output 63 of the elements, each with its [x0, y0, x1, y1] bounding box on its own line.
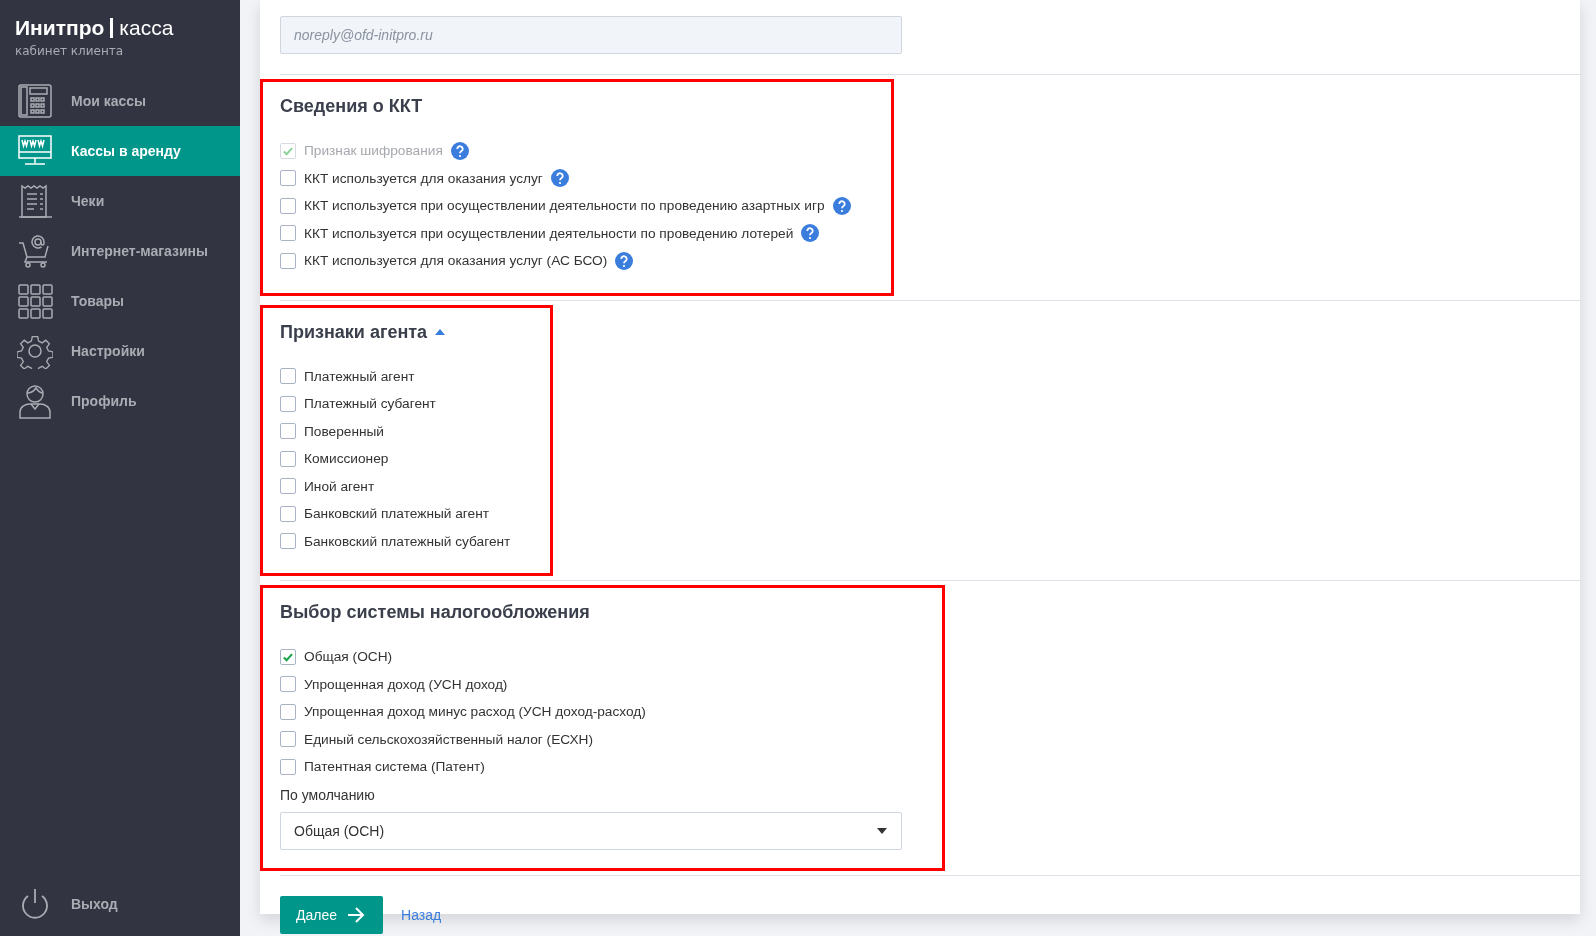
checkbox[interactable]: [280, 423, 296, 440]
cash-register-icon: [17, 83, 53, 119]
sidebar-item[interactable]: Кассы в аренду: [0, 126, 240, 176]
checkbox-label: Общая (ОСН): [304, 649, 393, 665]
checkbox[interactable]: [280, 170, 296, 187]
checkbox-label: Признак шифрования: [304, 143, 443, 159]
dropdown-caret-icon: [877, 827, 887, 834]
sidebar-item[interactable]: Настройки: [0, 326, 240, 376]
logout-link[interactable]: Выход: [0, 886, 240, 936]
sidebar-item[interactable]: Интернет-магазины: [0, 226, 240, 276]
product-name: касса: [119, 16, 174, 40]
section-title: Признаки агента: [280, 321, 428, 343]
checkbox-label: Иной агент: [304, 478, 375, 494]
checkbox[interactable]: [280, 505, 296, 522]
settings-icon: [17, 333, 53, 369]
help-icon[interactable]: [550, 169, 569, 188]
checkbox[interactable]: [280, 758, 296, 775]
sidebar-item[interactable]: Чеки: [0, 176, 240, 226]
checkbox-label: Поверенный: [304, 423, 384, 439]
collapse-caret-icon[interactable]: [435, 329, 446, 335]
checkbox[interactable]: [280, 225, 296, 242]
checkbox[interactable]: [280, 252, 296, 269]
section-title: Сведения о ККТ: [280, 96, 423, 117]
brand-subtitle: кабинет клиента: [15, 44, 125, 58]
section-title: Выбор системы налогообложения: [280, 602, 590, 623]
sidebar-item[interactable]: Мои кассы: [0, 76, 240, 126]
tax-system-select[interactable]: Общая (ОСН): [280, 811, 902, 850]
checkbox-label: ККТ используется при осуществлении деятельности по проведению азартных игр: [304, 198, 825, 214]
help-icon[interactable]: [832, 196, 851, 215]
field-label: По умолчанию: [280, 786, 376, 803]
checkbox-label: Банковский платежный субагент: [304, 533, 511, 549]
checkbox[interactable]: [280, 703, 296, 720]
help-icon[interactable]: [801, 224, 820, 243]
checkbox-label: Единый сельскохозяйственный налог (ЕСХН): [304, 731, 593, 747]
checkbox[interactable]: [280, 368, 296, 385]
checkbox-label: Комиссионер: [304, 451, 389, 467]
checkbox[interactable]: [280, 395, 296, 412]
checkbox-label: Упрощенная доход минус расход (УСН доход-расход): [304, 704, 646, 720]
arrow-right-icon: [347, 906, 365, 923]
checkbox-label: Платежный агент: [304, 368, 415, 384]
checkbox-label: Банковский платежный агент: [304, 506, 489, 522]
checkbox[interactable]: [280, 648, 296, 665]
checkbox-label: Платежный субагент: [304, 396, 436, 412]
grid-icon: [17, 283, 53, 319]
back-link[interactable]: Назад: [401, 906, 442, 923]
person-icon: [17, 383, 53, 419]
sidebar-item[interactable]: Профиль: [0, 376, 240, 426]
checkbox[interactable]: [280, 533, 296, 550]
receipt-icon: [17, 183, 53, 219]
brand-logo: Инитпро: [15, 16, 105, 40]
checkbox-label: ККТ используется для оказания услуг (АС БСО): [304, 253, 608, 269]
next-button[interactable]: Далее: [280, 895, 383, 934]
sidebar-item[interactable]: Товары: [0, 276, 240, 326]
checkbox[interactable]: [280, 676, 296, 693]
checkbox[interactable]: [280, 197, 296, 214]
checkbox[interactable]: [280, 478, 296, 495]
help-icon[interactable]: [615, 251, 634, 270]
checkbox-label: ККТ используется для оказания услуг: [304, 170, 543, 186]
checkbox-label: Упрощенная доход (УСН доход): [304, 676, 508, 692]
checkbox-label: ККТ используется при осуществлении деятельности по проведению лотерей: [304, 225, 794, 241]
checkbox[interactable]: [280, 450, 296, 467]
checkbox-label: Патентная система (Патент): [304, 759, 485, 775]
checkbox[interactable]: [280, 731, 296, 748]
